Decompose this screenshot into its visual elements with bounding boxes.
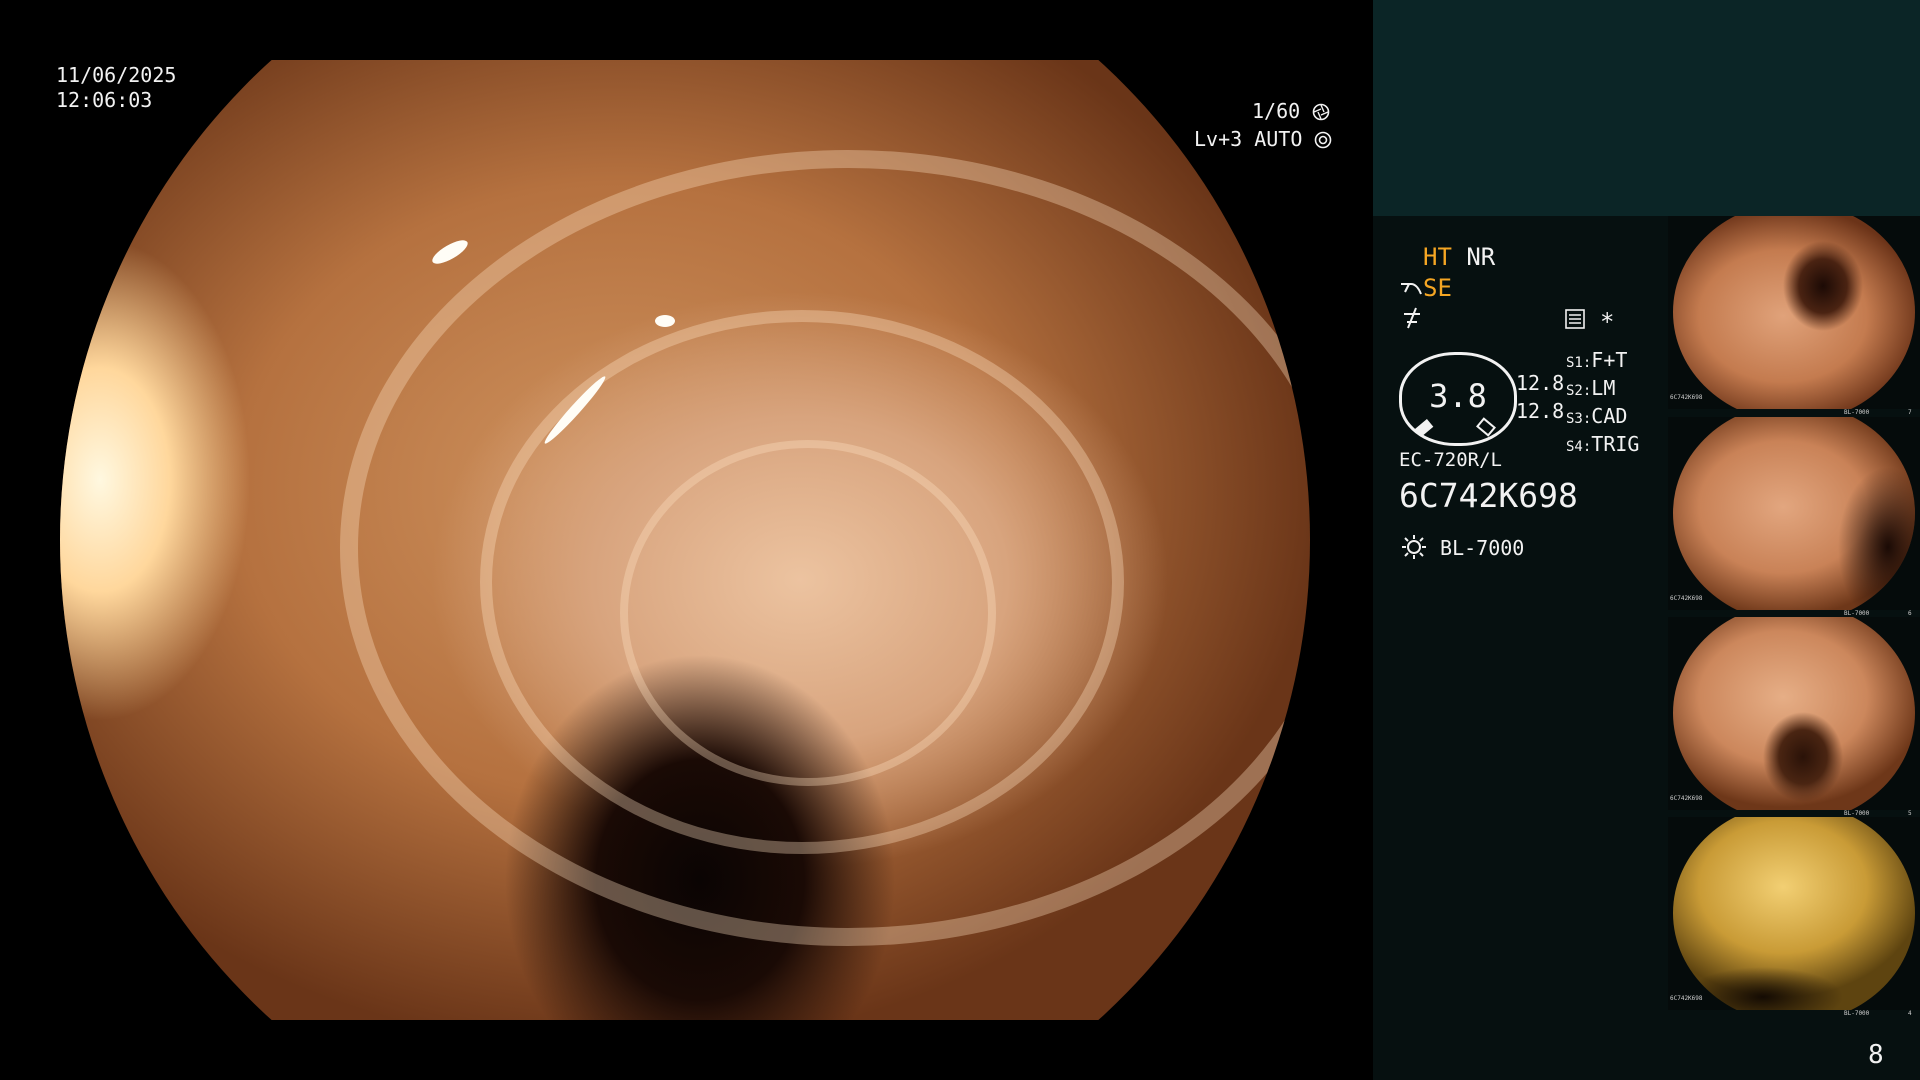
readout-2: 12.8	[1516, 399, 1565, 423]
thumbnail-6[interactable]: 6C742K698 BL-7000 6	[1668, 417, 1920, 617]
endoscopic-live-view	[60, 60, 1310, 1020]
shutter-label: 1/60	[1252, 99, 1301, 123]
thumbnail-index: 6	[1908, 610, 1912, 617]
memory-icon	[1565, 309, 1585, 329]
capture-marker: *	[1600, 308, 1615, 336]
gauge-needle-left	[1414, 419, 1434, 437]
shutter-icon	[1312, 103, 1330, 121]
shutter-speed: 1/60	[1252, 99, 1330, 123]
thumbnail-serial: 6C742K698	[1670, 795, 1703, 802]
thumbnail-7[interactable]: 6C742K698 BL-7000 7	[1668, 216, 1920, 416]
setting-key: S4:	[1566, 439, 1592, 455]
settings-list: S1:F+T S2:LM S3:CAD S4:TRIG	[1566, 348, 1639, 460]
gauge-needle-right	[1476, 417, 1496, 437]
thumbnail-index: 5	[1908, 810, 1912, 817]
scope-serial: 6C742K698	[1399, 476, 1578, 515]
setting-row: S1:F+T	[1566, 348, 1639, 376]
image-counter: 8	[1868, 1040, 1884, 1070]
thumbnail-source: BL-7000	[1844, 810, 1870, 817]
date-label: 11/06/2025	[56, 63, 177, 87]
setting-row: S3:CAD	[1566, 404, 1639, 432]
exposure-status: Lv+3 AUTO	[1194, 127, 1332, 151]
gauge-value: 3.8	[1429, 377, 1487, 415]
thumbnail-image	[1673, 216, 1915, 409]
setting-row: S4:TRIG	[1566, 432, 1639, 460]
setting-value: F+T	[1591, 348, 1628, 372]
setting-key: S2:	[1566, 383, 1592, 399]
specular-highlight	[655, 315, 675, 327]
light-source: BL-7000	[1400, 533, 1524, 561]
mode-label: AUTO	[1254, 127, 1303, 151]
thumbnail-4[interactable]: 6C742K698 BL-7000 4	[1668, 817, 1920, 1017]
freeze-icon	[1404, 307, 1420, 329]
setting-value: TRIG	[1591, 432, 1640, 456]
setting-value: LM	[1591, 376, 1616, 400]
thumbnail-image	[1673, 817, 1915, 1010]
thumbnail-serial: 6C742K698	[1670, 595, 1703, 602]
lamp-icon	[1402, 535, 1426, 559]
scope-model: EC-720R/L	[1399, 449, 1502, 471]
thumbnail-source: BL-7000	[1844, 409, 1870, 416]
time-label: 12:06:03	[56, 88, 153, 112]
scope-bend-icon	[1401, 283, 1422, 295]
setting-key: S1:	[1566, 355, 1592, 371]
thumbnail-serial: 6C742K698	[1670, 995, 1703, 1002]
thumbnail-source: BL-7000	[1844, 1010, 1870, 1017]
ht-label: HT	[1423, 243, 1452, 271]
readout-1: 12.8	[1516, 371, 1565, 395]
zoom-gauge: 3.8	[1399, 352, 1517, 446]
setting-value: CAD	[1591, 404, 1628, 428]
thumbnail-index: 4	[1908, 1010, 1912, 1017]
setting-row: S2:LM	[1566, 376, 1639, 404]
thumbnail-serial: 6C742K698	[1670, 394, 1703, 401]
thumbnail-5[interactable]: 6C742K698 BL-7000 5	[1668, 617, 1920, 817]
se-label: SE	[1423, 274, 1452, 302]
setting-key: S3:	[1566, 411, 1592, 427]
thumbnail-image	[1673, 417, 1915, 610]
specular-highlight	[429, 235, 471, 269]
thumbnail-index: 7	[1908, 409, 1912, 416]
enhancement-row: HT NR	[1423, 243, 1495, 271]
info-panel-header	[1373, 0, 1920, 216]
mucosal-fold	[620, 440, 996, 786]
level-label: Lv+3	[1194, 127, 1243, 151]
structure-row: SE	[1399, 274, 1452, 302]
thumbnail-image	[1673, 617, 1915, 810]
thumbnail-source: BL-7000	[1844, 610, 1870, 617]
nr-label: NR	[1466, 243, 1496, 271]
auto-iris-icon	[1315, 131, 1332, 149]
light-source-label: BL-7000	[1440, 536, 1525, 560]
